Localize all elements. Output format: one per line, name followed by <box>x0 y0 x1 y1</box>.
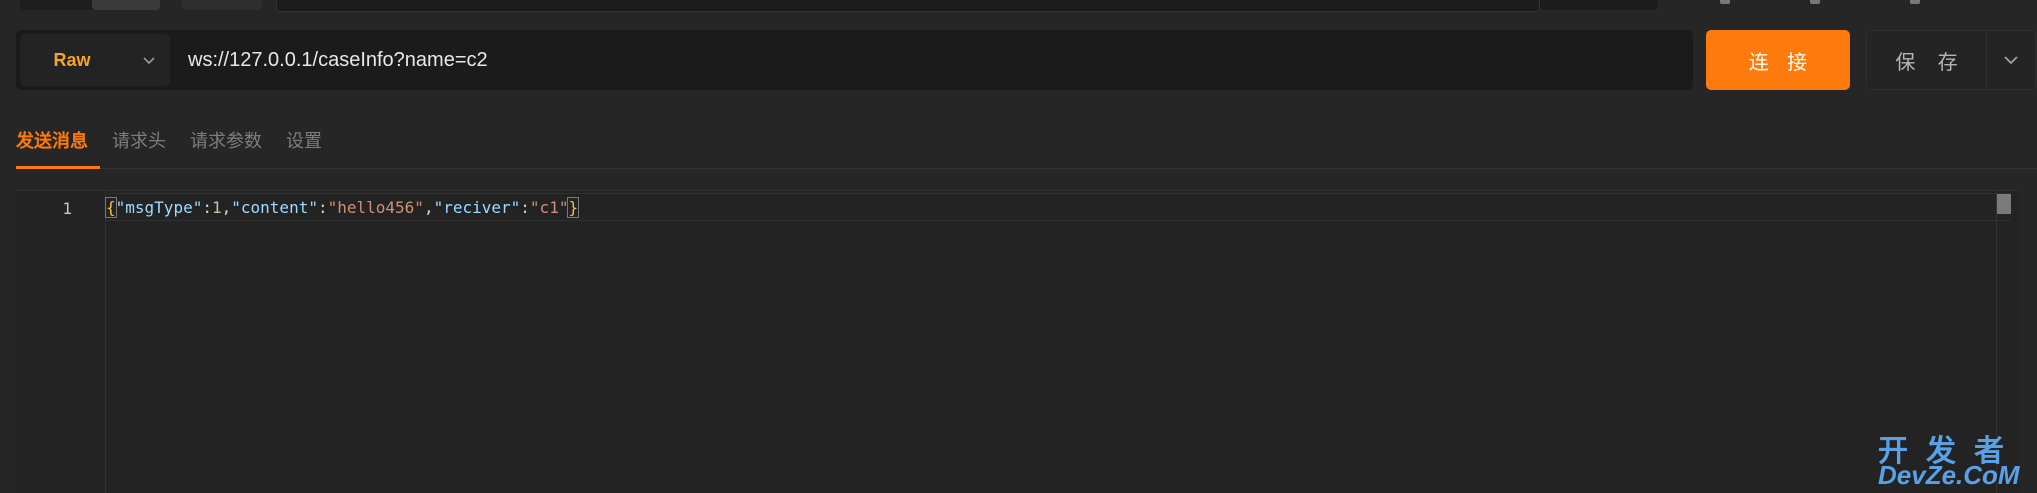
toolbar-icon <box>1910 0 1920 4</box>
chevron-down-icon <box>142 57 155 65</box>
json-comma: , <box>221 198 232 217</box>
scrollbar-thumb[interactable] <box>1997 194 2011 214</box>
method-label: Raw <box>53 49 91 70</box>
json-brace: } <box>567 197 580 218</box>
json-colon: : <box>520 198 530 217</box>
json-string: "c1" <box>529 198 569 217</box>
json-string: "hello456" <box>327 198 424 217</box>
toolbar-icon <box>1810 0 1820 4</box>
toolbar-icon <box>1720 0 1730 4</box>
json-brace: { <box>105 197 117 218</box>
json-colon: : <box>202 198 212 217</box>
request-tabs: 发送消息 请求头 请求参数 设置 <box>16 112 2037 169</box>
save-dropdown-toggle[interactable] <box>1987 31 2035 89</box>
json-key: "msgType" <box>115 198 203 217</box>
line-number: 1 <box>62 199 72 218</box>
json-key: "reciver" <box>433 198 521 217</box>
url-input[interactable] <box>186 33 1693 87</box>
method-select[interactable]: Raw <box>20 34 170 86</box>
tab-request-params[interactable]: 请求参数 <box>178 112 274 168</box>
code-line[interactable]: {"msgType":1,"content":"hello456","reciv… <box>105 197 580 218</box>
toolbar-segment <box>92 0 160 10</box>
json-key: "content" <box>231 198 318 217</box>
watermark-logo: 开发者 DevZe.CoM <box>1872 426 2032 490</box>
url-bar: Raw <box>16 30 1693 90</box>
watermark-text-bottom: DevZe.CoM <box>1878 460 2020 490</box>
tab-request-headers[interactable]: 请求头 <box>100 112 178 168</box>
websocket-request-panel: Raw 连 接 保 存 发送消息 请求头 请求参数 设置 1 {"msgType… <box>0 0 2037 493</box>
toolbar-input-partial <box>276 0 1540 12</box>
chevron-down-icon <box>2004 56 2018 65</box>
json-comma: , <box>423 198 434 217</box>
line-gutter: 1 <box>16 191 106 493</box>
json-colon: : <box>317 198 328 217</box>
connect-button[interactable]: 连 接 <box>1706 30 1850 90</box>
message-editor[interactable]: 1 {"msgType":1,"content":"hello456","rec… <box>16 190 2019 493</box>
tab-send-message[interactable]: 发送消息 <box>16 112 100 169</box>
toolbar-button-partial <box>1540 0 1658 10</box>
tab-settings[interactable]: 设置 <box>274 112 334 168</box>
save-button[interactable]: 保 存 <box>1867 31 1987 89</box>
json-number: 1 <box>211 198 222 217</box>
toolbar-segment <box>182 0 262 10</box>
save-button-group: 保 存 <box>1866 30 2036 90</box>
top-toolbar-partial <box>0 0 2037 14</box>
